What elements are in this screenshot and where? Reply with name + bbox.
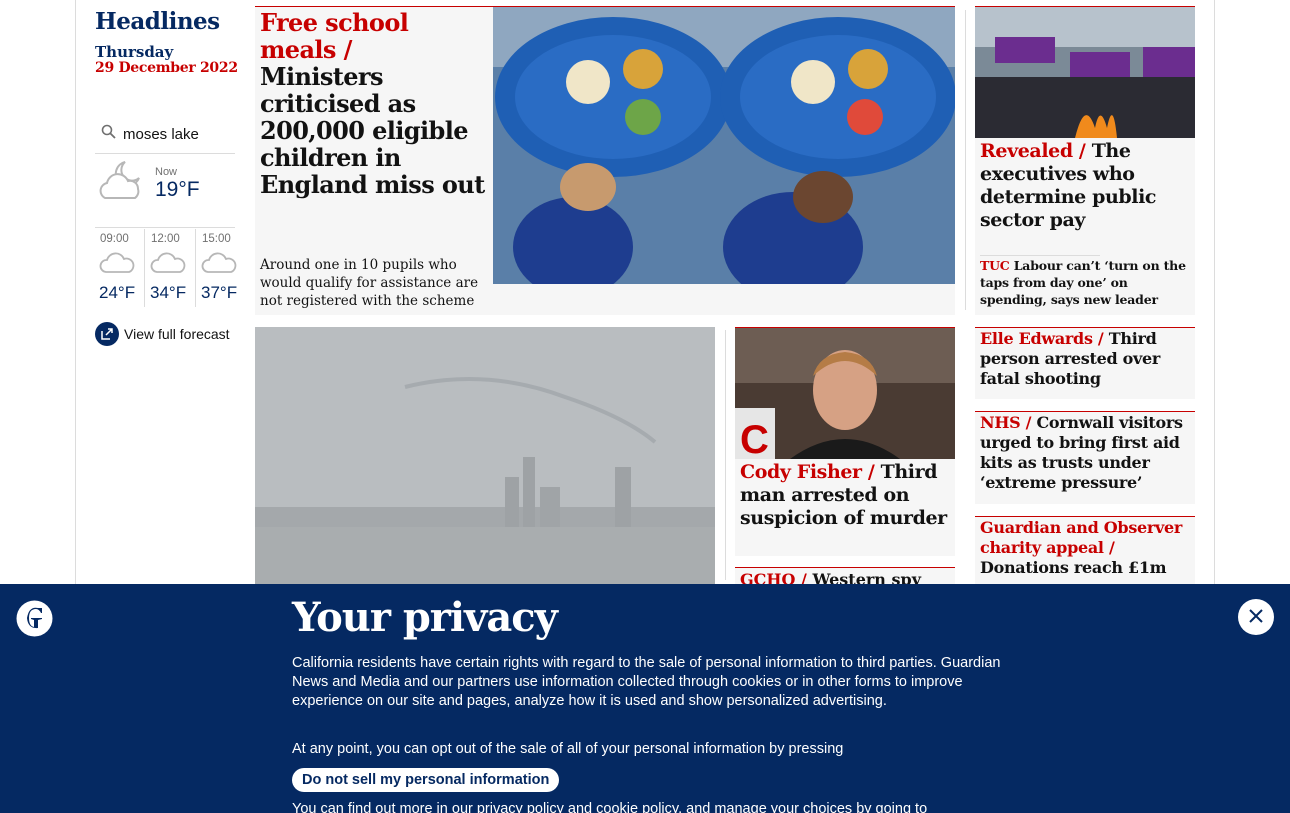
cody-fisher-headline: Cody Fisher / Third man arrested on susp… (740, 461, 952, 530)
story-card-elle-edwards[interactable]: Elle Edwards / Third person arrested ove… (975, 327, 1195, 399)
card-headline: Guardian and Observer charity appeal / D… (980, 518, 1192, 578)
cloud-moon-icon (95, 158, 147, 210)
lead-story-image (493, 7, 955, 284)
forecast-temperature: 24°F (99, 283, 136, 302)
sublink-kicker: TUC (980, 258, 1010, 273)
now-label: Now (155, 166, 178, 178)
guardian-logo-icon (16, 600, 53, 637)
card-kicker: Guardian and Observer charity appeal / (980, 518, 1183, 557)
column-divider (725, 330, 726, 580)
card-headline-text: Donations reach £1m (980, 558, 1167, 577)
forecast-time: 09:00 (100, 233, 129, 245)
story-card-charity-appeal[interactable]: Guardian and Observer charity appeal / D… (975, 516, 1195, 586)
cloud-icon (150, 251, 186, 279)
forecast-slot: 12:00 34°F (146, 229, 196, 307)
forecast-time: 12:00 (151, 233, 180, 245)
column-divider (965, 10, 966, 310)
svg-text:C: C (740, 418, 769, 459)
do-not-sell-button[interactable]: Do not sell my personal information (292, 768, 560, 792)
lead-headline: Free school meals / Ministers criticised… (260, 9, 488, 198)
weather-now: Now 19°F (95, 156, 235, 228)
forecast-slot: 15:00 37°F (197, 229, 247, 307)
sublink-rule (980, 255, 1100, 256)
now-temperature: 19°F (155, 178, 200, 201)
revealed-kicker: Revealed / (980, 140, 1086, 162)
card-headline: Elle Edwards / Third person arrested ove… (980, 329, 1192, 389)
cloud-icon (99, 251, 135, 279)
revealed-headline: Revealed / The executives who determine … (980, 140, 1190, 232)
close-button[interactable] (1238, 599, 1274, 635)
cloud-icon (201, 251, 237, 279)
full-forecast-label: View full forecast (124, 326, 230, 342)
search-icon (101, 124, 117, 144)
location-text: moses lake (123, 126, 199, 143)
card-kicker: Elle Edwards / (980, 329, 1104, 348)
lead-standfirst: Around one in 10 pupils who would qualif… (260, 257, 479, 309)
close-icon (1248, 608, 1264, 627)
card-kicker: NHS / (980, 413, 1032, 432)
cody-fisher-story-card[interactable]: C Cody Fisher / Third man arrested on su… (735, 327, 955, 556)
forecast-slot: 09:00 24°F (95, 229, 145, 307)
forecast-time: 15:00 (202, 233, 231, 245)
date-label: 29 December 2022 (95, 60, 238, 76)
lead-headline-text: Ministers criticised as 200,000 eligible… (260, 62, 485, 199)
view-full-forecast-link[interactable]: View full forecast (95, 321, 230, 347)
privacy-consent-banner: Your privacy California residents have c… (0, 584, 1290, 813)
revealed-story-image (975, 7, 1195, 138)
lead-kicker: Free school meals / (260, 8, 409, 64)
sublink-text: Labour can’t ‘turn on the taps from day … (980, 258, 1186, 307)
revealed-sublink[interactable]: TUC Labour can’t ‘turn on the taps from … (980, 257, 1190, 308)
section-title: Headlines (95, 8, 220, 35)
cody-kicker: Cody Fisher / (740, 461, 875, 483)
day-label: Thursday (95, 43, 174, 61)
consent-paragraph: At any point, you can opt out of the sal… (292, 741, 844, 757)
card-headline: NHS / Cornwall visitors urged to bring f… (980, 413, 1192, 493)
consent-paragraph: California residents have certain rights… (292, 655, 1001, 709)
feature-image[interactable] (255, 327, 715, 587)
lead-story-card[interactable]: Free school meals / Ministers criticised… (255, 6, 955, 315)
revealed-story-card[interactable]: Revealed / The executives who determine … (975, 6, 1195, 315)
forecast-temperature: 34°F (150, 283, 187, 302)
weather-location[interactable]: moses lake (95, 120, 235, 154)
cody-fisher-image: C (735, 328, 955, 459)
consent-title: Your privacy (292, 594, 558, 641)
consent-paragraph: You can find out more in our privacy pol… (292, 801, 928, 813)
forecast-temperature: 37°F (201, 283, 238, 302)
external-link-icon (95, 322, 119, 346)
story-card-nhs[interactable]: NHS / Cornwall visitors urged to bring f… (975, 411, 1195, 504)
